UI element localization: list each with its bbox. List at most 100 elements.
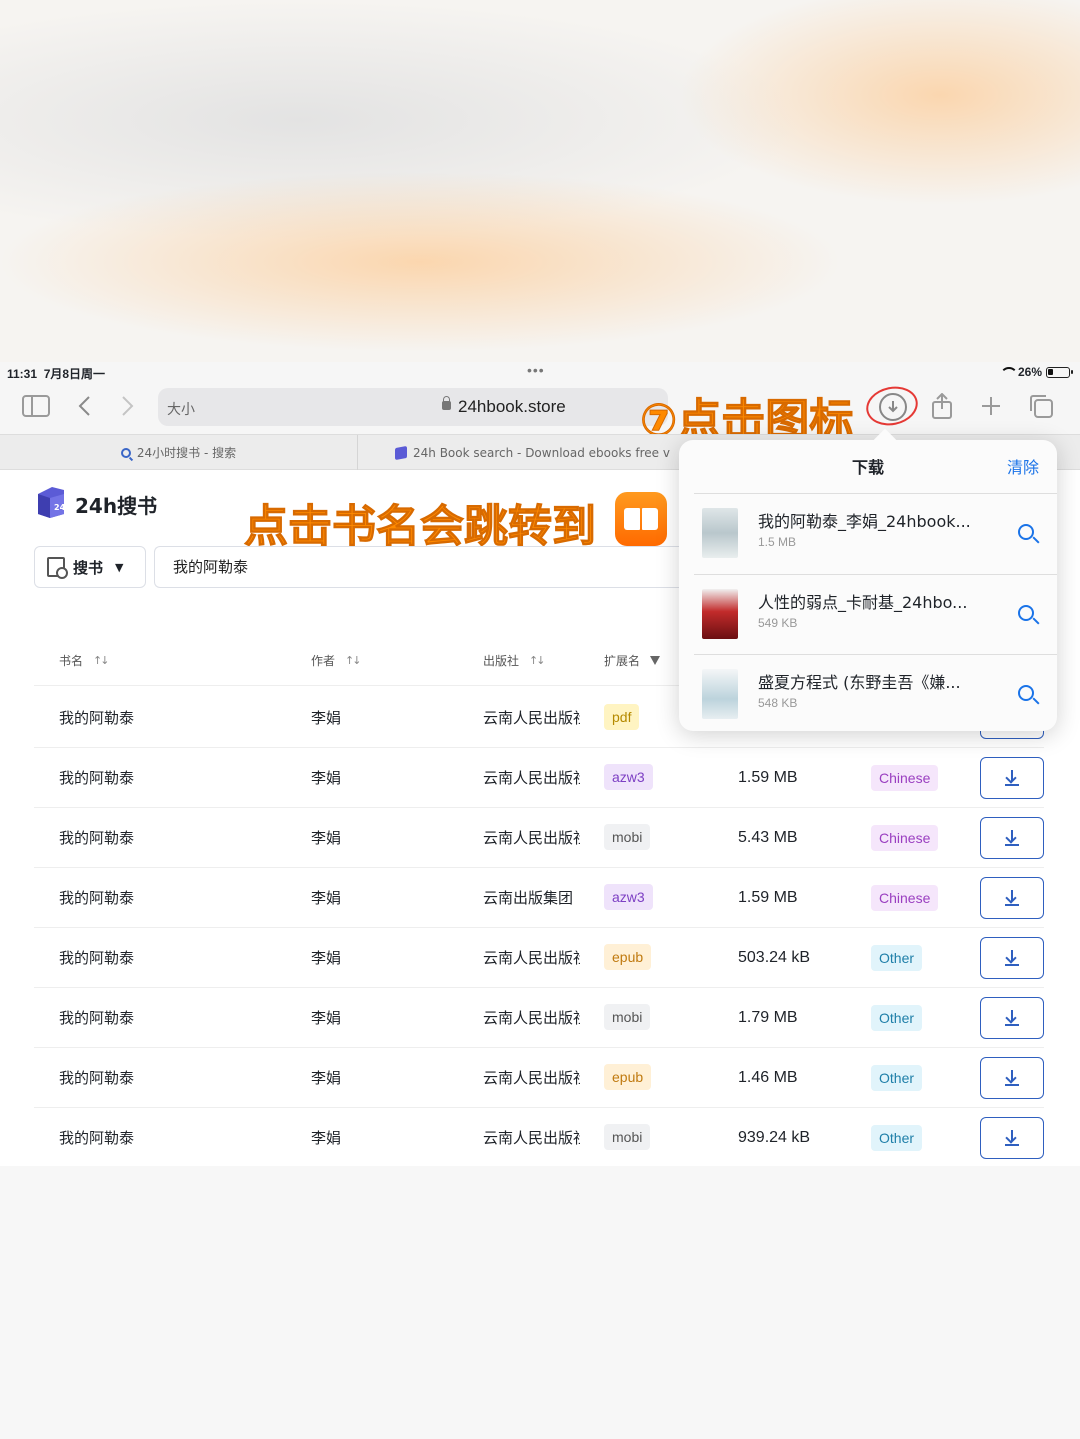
multitask-dots[interactable]: ••• (527, 362, 545, 378)
book-title-link[interactable]: 我的阿勒泰 (59, 688, 299, 748)
ext-badge: azw3 (604, 764, 653, 790)
download-arrow-icon (1005, 830, 1019, 846)
language-badge: Chinese (871, 885, 939, 911)
svg-text:24: 24 (54, 503, 66, 512)
download-name: 盛夏方程式 (东野圭吾《嫌... (758, 673, 961, 692)
clear-button[interactable]: 清除 (1007, 454, 1039, 478)
col-author[interactable]: 作者 ↑↓ (311, 652, 362, 669)
ext-badge: epub (604, 1064, 652, 1090)
download-button[interactable] (980, 937, 1044, 979)
table-row: 我的阿勒泰 李娟 云南人民出版社 epub 503.24 kB Other (34, 928, 1044, 988)
language-badge: Chinese (871, 825, 939, 851)
download-arrow-icon (1005, 1010, 1019, 1026)
book-title-link[interactable]: 我的阿勒泰 (59, 1108, 299, 1166)
book-title-link[interactable]: 我的阿勒泰 (59, 868, 299, 928)
table-row: 我的阿勒泰 李娟 云南人民出版社 azw3 1.59 MB Chinese (34, 748, 1044, 808)
share-icon[interactable] (928, 392, 956, 420)
download-name: 我的阿勒泰_李娟_24hbook... (758, 512, 971, 531)
book-author: 李娟 (311, 769, 342, 787)
site-logo-icon (395, 445, 407, 460)
download-arrow-icon (1005, 1070, 1019, 1086)
browser-toolbar: 大小 24hbook.store ⑦点击图标 (0, 382, 1080, 447)
book-title-link[interactable]: 我的阿勒泰 (59, 1048, 299, 1108)
book-title-link[interactable]: 我的阿勒泰 (59, 988, 299, 1048)
file-size: 1.59 MB (738, 889, 798, 906)
download-button[interactable] (980, 817, 1044, 859)
book-publisher: 云南人民出版社 (483, 829, 580, 847)
download-arrow-icon (1005, 770, 1019, 786)
download-name: 人性的弱点_卡耐基_24hbo... (758, 593, 968, 612)
book-author: 李娟 (311, 1069, 342, 1087)
col-ext[interactable]: 扩展名 (604, 652, 661, 669)
table-row: 我的阿勒泰 李娟 云南人民出版社 epub 1.46 MB Other (34, 1048, 1044, 1108)
wifi-icon (999, 367, 1018, 377)
reader-size-button[interactable]: 大小 (167, 399, 195, 419)
ext-badge: azw3 (604, 884, 653, 910)
file-size: 939.24 kB (738, 1129, 811, 1146)
book-publisher: 云南人民出版社 (483, 1129, 580, 1147)
download-arrow-icon (1005, 1130, 1019, 1146)
book-publisher: 云南出版集团 (483, 889, 574, 907)
download-button[interactable] (980, 1117, 1044, 1159)
download-size: 548 KB (758, 696, 798, 710)
site-logo-icon[interactable]: 24 (34, 484, 68, 520)
ext-badge: mobi (604, 1004, 651, 1030)
download-size: 549 KB (758, 616, 798, 630)
col-title[interactable]: 书名 ↑↓ (59, 652, 110, 669)
reveal-search-icon[interactable] (1018, 685, 1034, 701)
site-title[interactable]: 24h搜书 (75, 490, 157, 519)
status-right: 26% (999, 365, 1073, 379)
sort-icon: ↑↓ (529, 654, 546, 667)
downloads-popover: 下载 清除 我的阿勒泰_李娟_24hbook... 1.5 MB 人性的弱点_卡… (679, 428, 1057, 731)
doc-search-icon (47, 557, 68, 579)
search-type-select[interactable]: 搜书 ▼ (34, 546, 146, 588)
new-tab-icon[interactable] (977, 392, 1005, 420)
ext-badge: mobi (604, 824, 651, 850)
language-badge: Other (871, 1065, 923, 1091)
ext-badge: mobi (604, 1124, 651, 1150)
books-app-icon (615, 492, 667, 546)
download-item[interactable]: 人性的弱点_卡耐基_24hbo... 549 KB (694, 575, 1057, 655)
download-button[interactable] (980, 1057, 1044, 1099)
screenshot: 11:31 7月8日周一 ••• 26% 大小 24hbook.store ⑦点… (0, 362, 1080, 1166)
book-author: 李娟 (311, 949, 342, 967)
file-size: 1.46 MB (738, 1069, 798, 1086)
blurred-background-top (0, 0, 1080, 362)
download-button[interactable] (980, 877, 1044, 919)
col-publisher[interactable]: 出版社 ↑↓ (483, 652, 546, 669)
search-icon (120, 447, 131, 458)
blurred-background-bottom (0, 1166, 1080, 1439)
search-input[interactable]: 我的阿勒泰 (154, 546, 694, 588)
book-title-link[interactable]: 我的阿勒泰 (59, 748, 299, 808)
download-item[interactable]: 我的阿勒泰_李娟_24hbook... 1.5 MB (694, 494, 1057, 574)
forward-icon[interactable] (114, 392, 142, 420)
book-author: 李娟 (311, 889, 342, 907)
book-title-link[interactable]: 我的阿勒泰 (59, 928, 299, 988)
reveal-search-icon[interactable] (1018, 524, 1034, 540)
search-type-label: 搜书 (73, 558, 104, 577)
highlight-ring (862, 382, 922, 430)
status-time: 11:31 7月8日周一 (7, 367, 106, 381)
language-badge: Other (871, 1005, 923, 1031)
book-title-link[interactable]: 我的阿勒泰 (59, 808, 299, 868)
address-bar[interactable]: 大小 24hbook.store (158, 388, 668, 426)
language-badge: Chinese (871, 765, 939, 791)
download-arrow-icon (1005, 890, 1019, 906)
download-button[interactable] (980, 757, 1044, 799)
tab-search[interactable]: 24小时搜书 - 搜索 (0, 435, 358, 470)
file-size: 1.79 MB (738, 1009, 798, 1026)
tabs-overview-icon[interactable] (1027, 392, 1055, 420)
book-publisher: 云南人民出版社 (483, 1069, 580, 1087)
table-row: 我的阿勒泰 李娟 云南出版集团 azw3 1.59 MB Chinese (34, 868, 1044, 928)
sidebar-icon[interactable] (22, 392, 50, 420)
book-cover (702, 669, 738, 719)
back-icon[interactable] (70, 392, 98, 420)
download-item[interactable]: 盛夏方程式 (东野圭吾《嫌... 548 KB (694, 655, 1057, 735)
book-cover (702, 589, 738, 639)
book-publisher: 云南人民出版社 (483, 949, 580, 967)
tab-24hbook[interactable]: 24h Book search - Download ebooks free v (359, 435, 689, 470)
reveal-search-icon[interactable] (1018, 605, 1034, 621)
download-button[interactable] (980, 997, 1044, 1039)
table-row: 我的阿勒泰 李娟 云南人民出版社 mobi 1.79 MB Other (34, 988, 1044, 1048)
sort-icon: ↑↓ (345, 654, 362, 667)
